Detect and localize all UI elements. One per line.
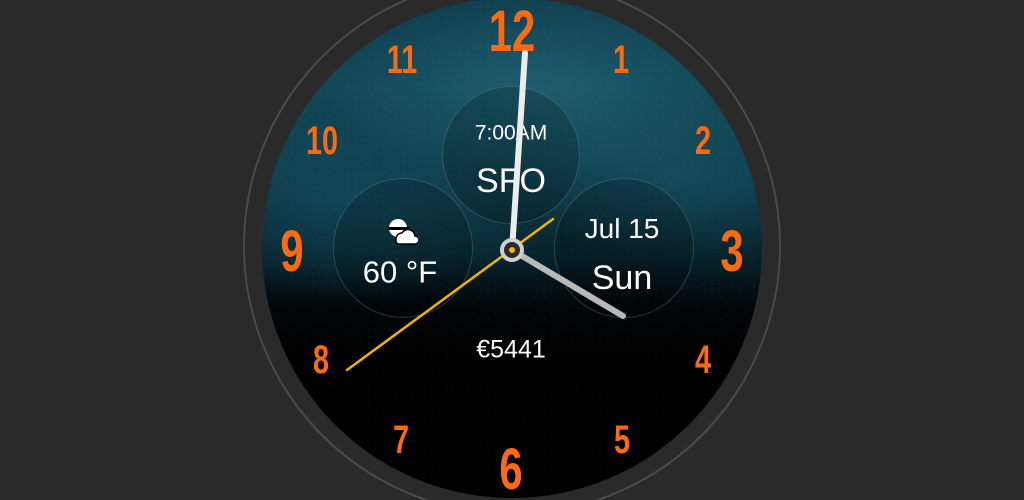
date-complication[interactable] [554, 178, 694, 318]
date-value: Jul 15 [584, 213, 660, 244]
numeral-7: 7 [392, 418, 410, 462]
numeral-8: 8 [312, 338, 330, 382]
numeral-6: 6 [499, 437, 523, 500]
day-value: Sun [591, 259, 653, 297]
numeral-12: 12 [488, 0, 536, 64]
numeral-11: 11 [386, 38, 418, 82]
numeral-1: 1 [612, 38, 630, 82]
world-clock-time: 7:00AM [474, 121, 548, 145]
weather-cloud-sun-icon [388, 219, 418, 245]
numeral-9: 9 [280, 219, 304, 284]
numeral-10: 10 [305, 119, 339, 163]
watch-face-screen: 12 1 2 3 4 5 6 7 8 9 10 11 7:00AM SFO 60… [0, 0, 1024, 500]
weather-complication[interactable] [333, 178, 473, 318]
numeral-5: 5 [613, 418, 631, 462]
bottom-complication-value: €5441 [476, 335, 546, 364]
numeral-4: 4 [694, 338, 712, 382]
numeral-2: 2 [694, 119, 712, 163]
world-clock-complication[interactable] [442, 86, 580, 224]
numeral-3: 3 [720, 219, 744, 284]
world-clock-city: SFO [476, 162, 546, 200]
temperature-value: 60 °F [362, 254, 438, 290]
